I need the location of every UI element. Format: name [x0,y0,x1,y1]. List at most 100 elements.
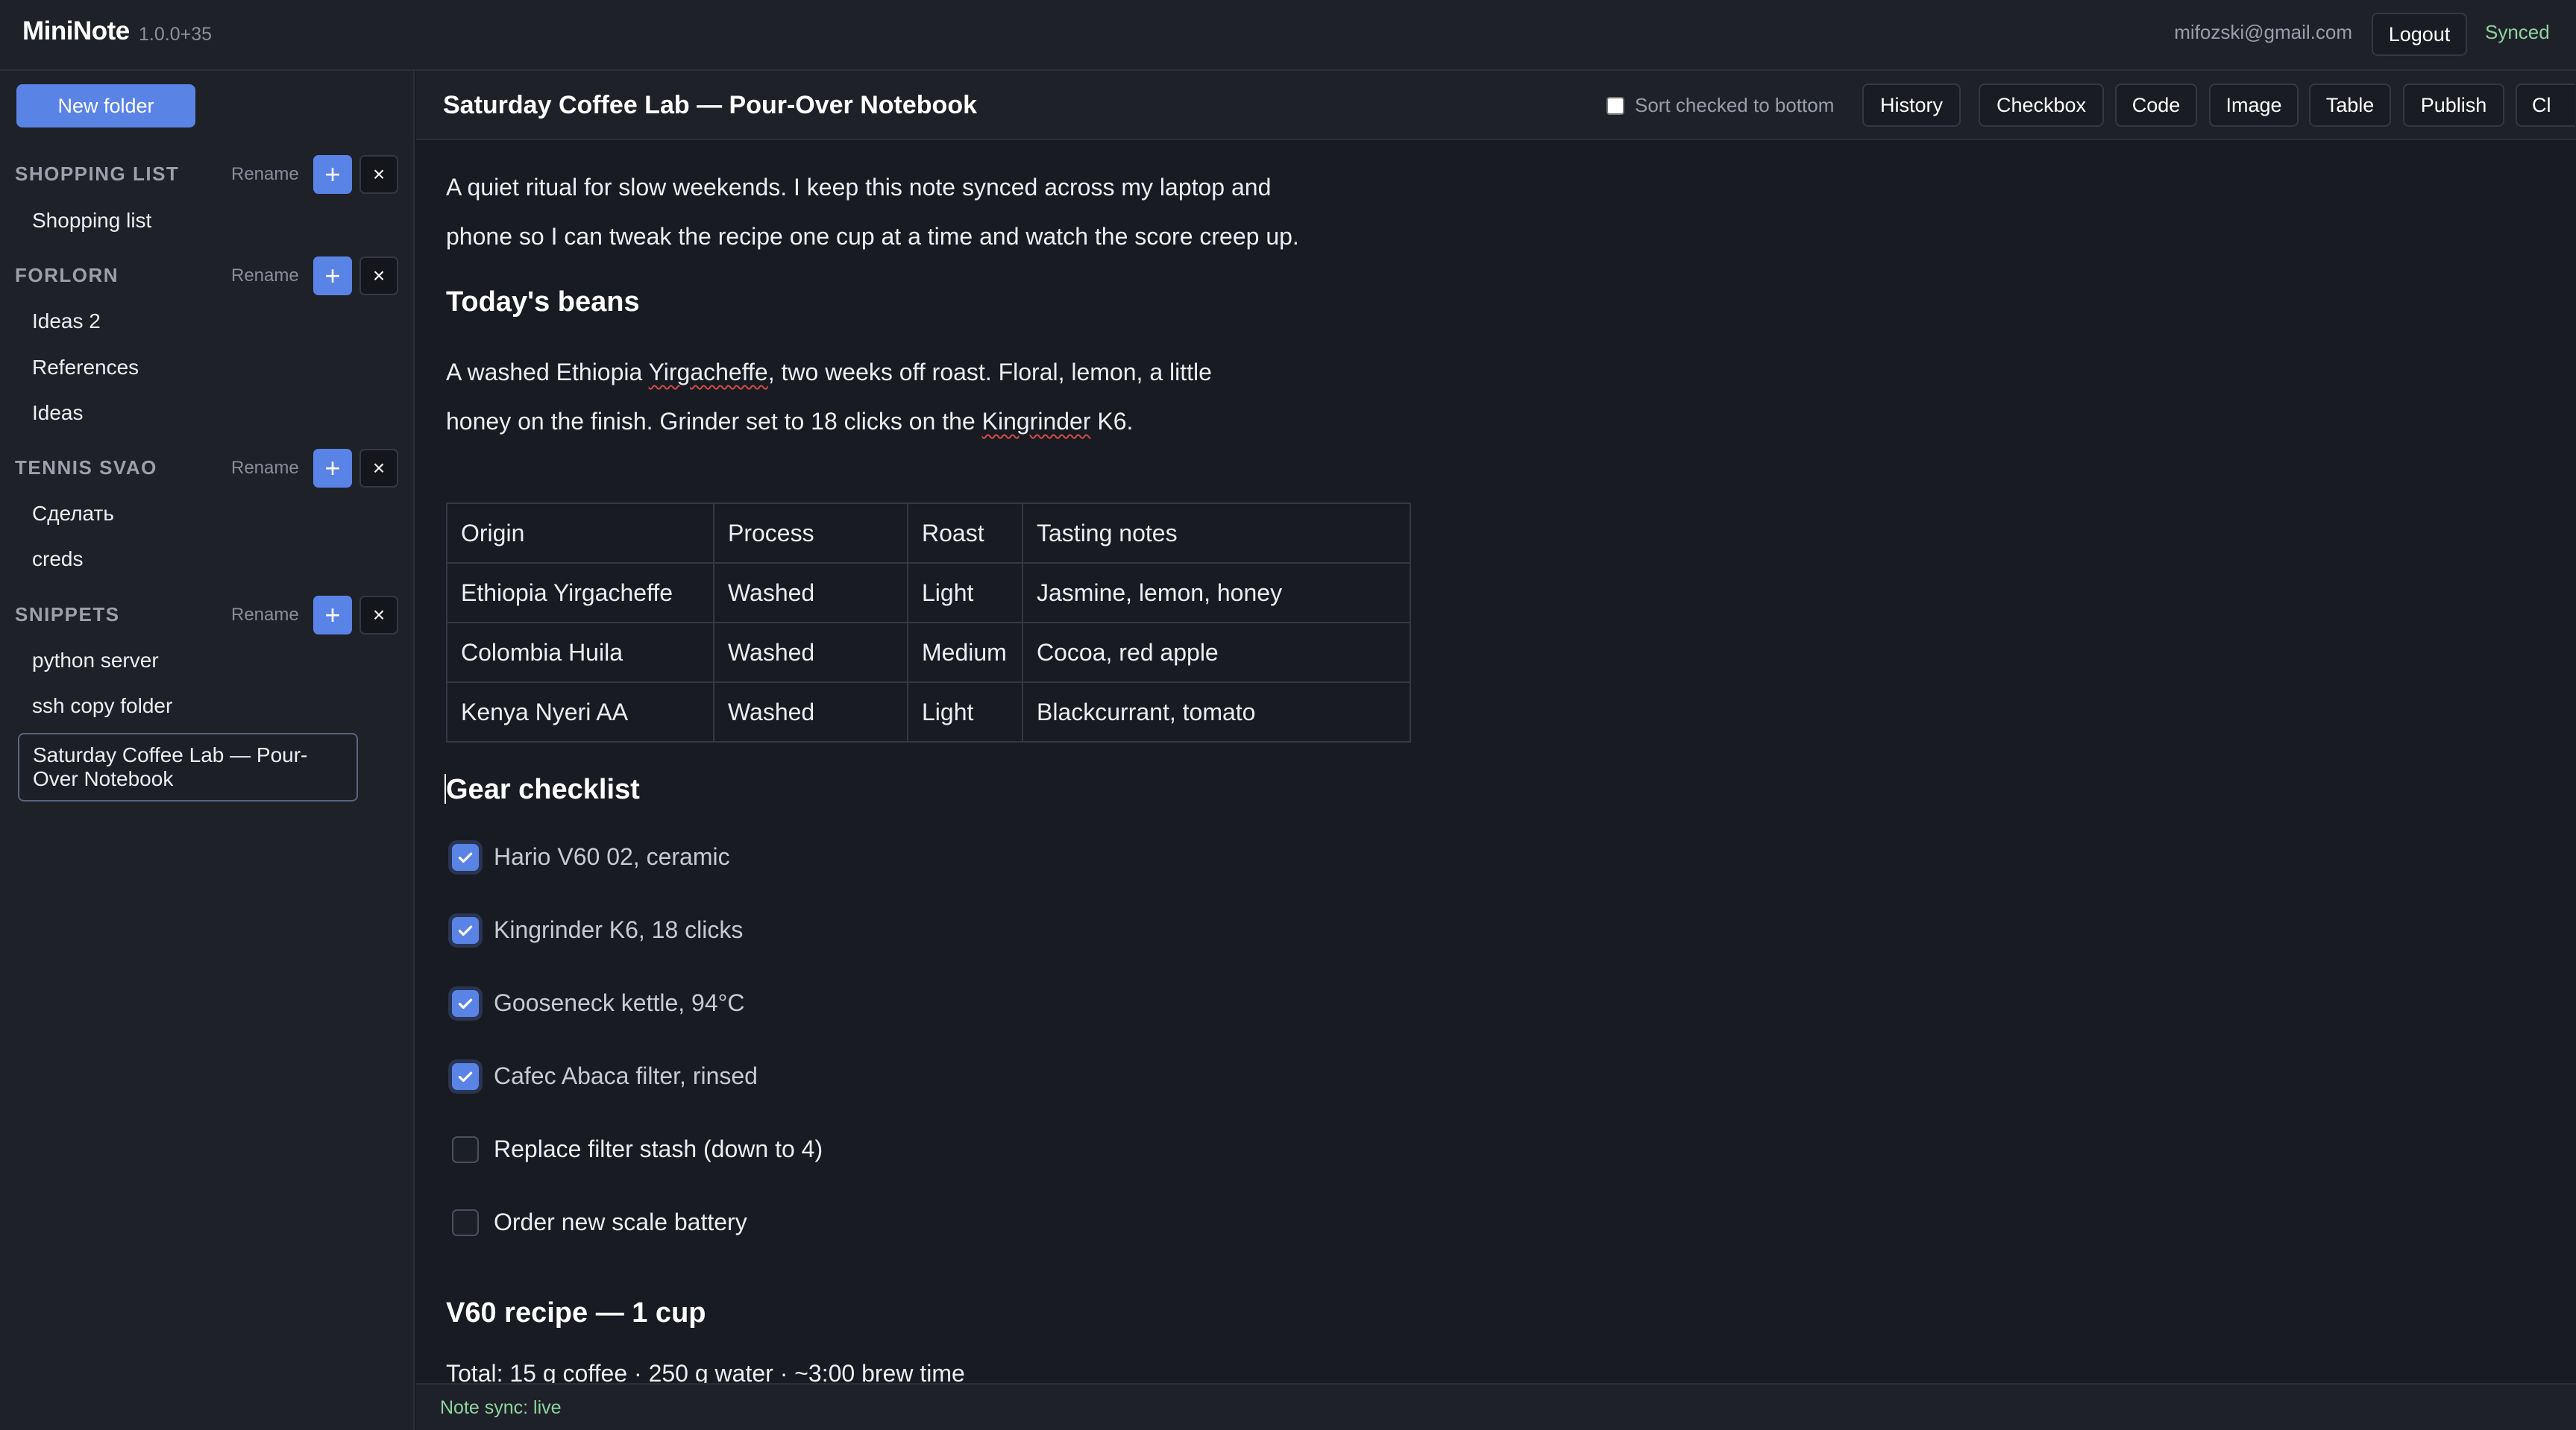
beans-line-1: A washed Ethiopia Yirgacheffe, two weeks… [446,347,1445,397]
user-email: mifozski@gmail.com [2174,21,2352,43]
sort-checked-toggle[interactable]: Sort checked to bottom [1606,94,1834,117]
checklist-item[interactable]: Gooseneck kettle, 94°C [452,989,745,1017]
intro-line-2: phone so I can tweak the recipe one cup … [446,223,1299,250]
clipped-toolbar-button[interactable]: Cl [2516,84,2575,127]
sidebar: New folder SHOPPING LIST Rename + × Shop… [0,71,415,1430]
beans-text: A washed Ethiopia [446,359,649,385]
checkbox-button[interactable]: Checkbox [1979,84,2104,127]
checklist-label[interactable]: Replace filter stash (down to 4) [494,1136,823,1163]
folder-title[interactable]: SNIPPETS [15,603,120,626]
checklist-item[interactable]: Replace filter stash (down to 4) [452,1136,823,1163]
image-button[interactable]: Image [2209,84,2299,127]
note-item-ideas-2[interactable]: Ideas 2 [32,309,101,333]
checkbox-unchecked[interactable] [452,1136,479,1163]
delete-folder-button[interactable]: × [359,155,398,194]
checklist-item[interactable]: Hario V60 02, ceramic [452,843,730,871]
rename-folder-button[interactable]: Rename [231,605,299,626]
table-cell[interactable]: Washed [713,681,908,743]
table-cell[interactable]: Ethiopia Yirgacheffe [446,562,714,623]
folder-title[interactable]: FORLORN [15,264,119,287]
note-title[interactable]: Saturday Coffee Lab — Pour-Over Notebook [443,91,977,120]
sort-checked-label: Sort checked to bottom [1635,94,1835,116]
rename-folder-button[interactable]: Rename [231,458,299,479]
note-item-sdelat[interactable]: Сделать [32,502,114,526]
delete-folder-button[interactable]: × [359,596,398,634]
table-cell[interactable]: Jasmine, lemon, honey [1022,562,1411,623]
table-header-cell[interactable]: Origin [446,503,714,564]
checkbox-checked[interactable] [452,989,479,1017]
app-name: MiniNote [22,16,130,45]
rename-folder-button[interactable]: Rename [231,164,299,185]
new-folder-button[interactable]: New folder [16,84,195,127]
table-cell[interactable]: Blackcurrant, tomato [1022,681,1411,743]
rename-folder-button[interactable]: Rename [231,265,299,286]
delete-folder-button[interactable]: × [359,256,398,295]
folder-title[interactable]: SHOPPING LIST [15,163,179,186]
checkbox-unchecked[interactable] [452,1209,479,1236]
checklist-item[interactable]: Cafec Abaca filter, rinsed [452,1062,758,1090]
table-cell[interactable]: Cocoa, red apple [1022,622,1411,683]
table-cell[interactable]: Washed [713,622,908,683]
checkbox-checked[interactable] [452,1062,479,1090]
table-cell[interactable]: Kenya Nyeri AA [446,681,714,743]
beans-table[interactable]: Origin Process Roast Tasting notes Ethio… [446,503,1411,743]
folder-header-snippets: SNIPPETS Rename + × [0,593,415,634]
table-cell[interactable]: Light [907,681,1023,743]
intro-paragraph[interactable]: A quiet ritual for slow weekends. I keep… [446,163,1445,261]
folder-title[interactable]: TENNIS SVAO [15,456,157,479]
checklist-label[interactable]: Hario V60 02, ceramic [494,843,730,871]
checklist-item[interactable]: Order new scale battery [452,1209,747,1236]
misspelled-word: Yirgacheffe [648,359,768,385]
checklist-label[interactable]: Cafec Abaca filter, rinsed [494,1062,758,1090]
gear-heading[interactable]: Gear checklist [446,774,640,806]
check-icon [458,925,473,936]
beans-line-2: honey on the finish. Grinder set to 18 c… [446,397,1445,446]
checklist-item[interactable]: Kingrinder K6, 18 clicks [452,916,743,944]
code-button[interactable]: Code [2115,84,2197,127]
sort-checked-checkbox[interactable] [1606,96,1624,115]
check-icon [458,998,473,1009]
table-cell[interactable]: Washed [713,562,908,623]
status-footer: Note sync: live [416,1383,2576,1430]
checklist-label[interactable]: Gooseneck kettle, 94°C [494,989,745,1017]
beans-text: , two weeks off roast. Floral, lemon, a … [767,359,1212,385]
table-header-row: Origin Process Roast Tasting notes [446,503,1411,564]
add-note-button[interactable]: + [313,256,352,295]
checkbox-checked[interactable] [452,916,479,944]
table-row: Kenya Nyeri AA Washed Light Blackcurrant… [446,681,1411,743]
check-icon [458,1071,473,1082]
note-item-shopping-list[interactable]: Shopping list [32,209,151,233]
table-header-cell[interactable]: Tasting notes [1022,503,1411,564]
checklist-label[interactable]: Kingrinder K6, 18 clicks [494,916,743,944]
close-icon: × [372,163,386,186]
table-cell[interactable]: Light [907,562,1023,623]
note-item-ssh-copy-folder[interactable]: ssh copy folder [32,694,172,718]
note-item-creds[interactable]: creds [32,547,83,571]
recipe-heading[interactable]: V60 recipe — 1 cup [446,1297,706,1329]
recipe-summary[interactable]: Total: 15 g coffee · 250 g water · ~3:00… [446,1358,1445,1383]
note-item-active-coffee-lab[interactable]: Saturday Coffee Lab — Pour-Over Notebook [18,733,358,801]
note-item-ideas[interactable]: Ideas [32,401,84,425]
table-cell[interactable]: Medium [907,622,1023,683]
checklist-label[interactable]: Order new scale battery [494,1209,747,1236]
note-item-references[interactable]: References [32,356,139,379]
note-item-python-server[interactable]: python server [32,649,159,673]
note-content[interactable]: A quiet ritual for slow weekends. I keep… [416,142,2576,1383]
add-note-button[interactable]: + [313,155,352,194]
top-bar: MiniNote 1.0.0+35 mifozski@gmail.com Log… [0,0,2576,71]
close-icon: × [372,603,386,626]
table-cell[interactable]: Colombia Huila [446,622,714,683]
table-header-cell[interactable]: Process [713,503,908,564]
table-button[interactable]: Table [2309,84,2391,127]
add-note-button[interactable]: + [313,596,352,634]
table-header-cell[interactable]: Roast [907,503,1023,564]
beans-paragraph[interactable]: A washed Ethiopia Yirgacheffe, two weeks… [446,347,1445,446]
add-note-button[interactable]: + [313,449,352,488]
checkbox-checked[interactable] [452,843,479,871]
logout-button[interactable]: Logout [2372,13,2467,56]
beans-heading[interactable]: Today's beans [446,286,640,318]
publish-button[interactable]: Publish [2403,84,2504,127]
plus-icon: + [324,453,341,483]
history-button[interactable]: History [1862,84,1961,127]
delete-folder-button[interactable]: × [359,449,398,488]
